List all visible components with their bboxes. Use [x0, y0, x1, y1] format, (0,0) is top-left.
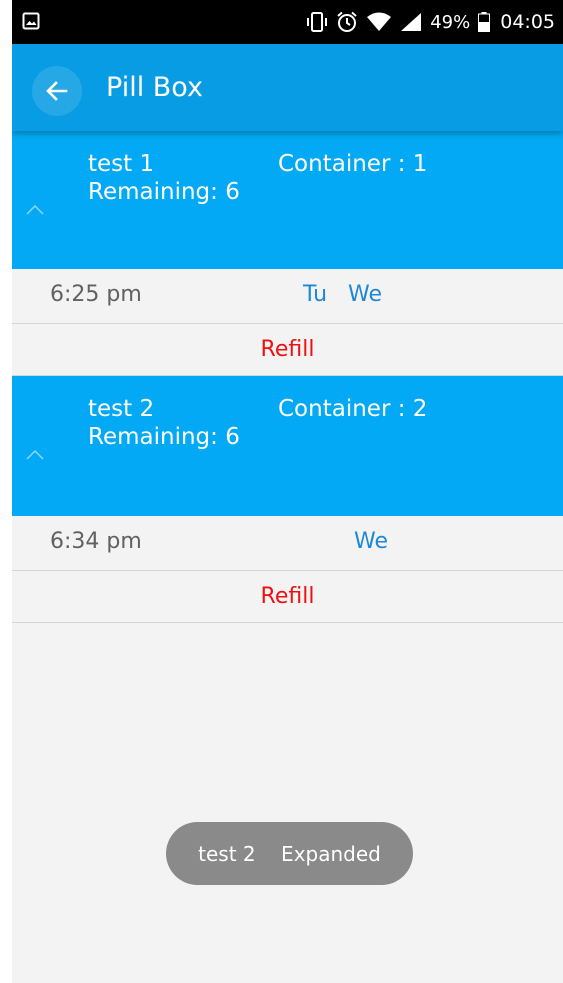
gallery-icon [22, 12, 40, 30]
battery-icon [478, 12, 491, 32]
schedule-row: 6:34 pm We [12, 516, 563, 571]
refill-label: Refill [260, 584, 315, 609]
signal-icon [401, 13, 422, 31]
container-label: Container : 2 [278, 396, 428, 422]
app-bar: Pill Box [12, 44, 563, 131]
refill-button[interactable]: Refill [12, 324, 563, 376]
medication-name: test 1 [88, 151, 155, 177]
wifi-icon [367, 12, 392, 31]
status-bar: 49% 04:05 [12, 0, 563, 44]
schedule-time: 6:25 pm [50, 282, 142, 307]
chevron-up-icon [26, 205, 44, 215]
page-title: Pill Box [106, 72, 203, 103]
medication-header[interactable]: test 2 Container : 2 Remaining: 6 [12, 376, 563, 516]
refill-label: Refill [260, 337, 315, 362]
refill-button[interactable]: Refill [12, 571, 563, 623]
remaining-count: Remaining: 6 [88, 179, 240, 205]
screen: 49% 04:05 Pill Box test 1 Container : 1 … [12, 0, 563, 983]
alarm-icon [337, 11, 357, 32]
container-label: Container : 1 [278, 151, 428, 177]
medication-name: test 2 [88, 396, 155, 422]
arrow-left-icon [46, 81, 68, 101]
schedule-days: Tu We [303, 282, 383, 307]
back-button[interactable] [32, 66, 82, 116]
status-time: 04:05 [500, 11, 555, 33]
status-icons: 49% 04:05 [306, 0, 555, 44]
vibrate-icon [307, 12, 328, 32]
battery-percent: 49% [430, 11, 471, 33]
chevron-up-icon [26, 450, 44, 460]
toast-message: test 2 Expanded [166, 822, 413, 885]
schedule-days: We [354, 529, 388, 554]
schedule-time: 6:34 pm [50, 529, 142, 554]
remaining-count: Remaining: 6 [88, 424, 240, 450]
medication-header[interactable]: test 1 Container : 1 Remaining: 6 [12, 131, 563, 269]
schedule-row: 6:25 pm Tu We [12, 269, 563, 324]
